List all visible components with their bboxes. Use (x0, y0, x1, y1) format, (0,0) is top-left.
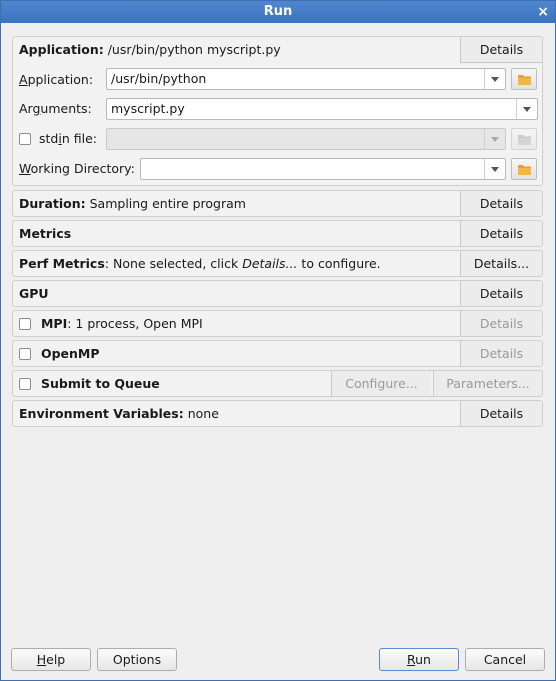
application-section: Application: /usr/bin/python myscript.py… (12, 36, 543, 186)
mpi-section: MPI: 1 process, Open MPI Details (12, 310, 543, 337)
application-header-value: /usr/bin/python myscript.py (107, 42, 281, 57)
gpu-section: GPU Details (12, 280, 543, 307)
application-combo[interactable]: /usr/bin/python (106, 68, 506, 90)
arguments-value: myscript.py (111, 101, 185, 116)
gpu-details-button[interactable]: Details (460, 281, 542, 306)
metrics-details-button[interactable]: Details (460, 221, 542, 246)
mpi-checkbox[interactable] (19, 318, 31, 330)
env-vars-section: Environment Variables: none Details (12, 400, 543, 427)
chevron-down-icon[interactable] (484, 159, 505, 179)
cancel-button[interactable]: Cancel (465, 648, 545, 671)
application-label: Application: (19, 72, 94, 87)
run-button[interactable]: Run (379, 648, 459, 671)
application-browse-button[interactable] (511, 68, 537, 90)
folder-icon (518, 135, 531, 145)
window-title: Run (263, 4, 293, 19)
mpi-details-button: Details (460, 311, 542, 336)
env-vars-details-button[interactable]: Details (460, 401, 542, 426)
perf-metrics-details-button[interactable]: Details... (460, 251, 542, 276)
folder-icon (518, 165, 531, 175)
options-button[interactable]: Options (97, 648, 177, 671)
queue-parameters-button: Parameters... (433, 371, 542, 396)
title-bar[interactable]: Run × (1, 1, 555, 23)
mpi-value: : 1 process, Open MPI (67, 316, 203, 331)
stdin-label: stdin file: (19, 128, 97, 150)
duration-value: Sampling entire program (89, 196, 246, 211)
workdir-label: Working Directory: (19, 161, 135, 176)
chevron-down-icon[interactable] (516, 99, 537, 119)
run-dialog: Run × Application: /usr/bin/python myscr… (0, 0, 556, 681)
duration-details-button[interactable]: Details (460, 191, 542, 216)
workdir-combo[interactable] (140, 158, 506, 180)
duration-section: Duration: Sampling entire program Detail… (12, 190, 543, 217)
chevron-down-icon (484, 129, 505, 149)
close-icon[interactable]: × (537, 1, 549, 23)
env-vars-value: none (187, 406, 219, 421)
metrics-section: Metrics Details (12, 220, 543, 247)
openmp-checkbox[interactable] (19, 348, 31, 360)
openmp-section: OpenMP Details (12, 340, 543, 367)
application-value: /usr/bin/python (111, 71, 207, 86)
folder-icon (518, 75, 531, 85)
arguments-label: Arguments: (19, 101, 92, 116)
arguments-combo[interactable]: myscript.py (106, 98, 538, 120)
queue-configure-button: Configure... (331, 371, 431, 396)
queue-checkbox[interactable] (19, 378, 31, 390)
queue-section: Submit to Queue Configure... Parameters.… (12, 370, 543, 397)
workdir-browse-button[interactable] (511, 158, 537, 180)
application-details-button[interactable]: Details (460, 37, 542, 63)
chevron-down-icon[interactable] (484, 69, 505, 89)
perf-metrics-section: Perf Metrics: None selected, click Detai… (12, 250, 543, 277)
stdin-combo (106, 128, 506, 150)
application-header: Application: /usr/bin/python myscript.py (19, 42, 281, 57)
stdin-browse-button (511, 128, 537, 150)
help-button[interactable]: Help (11, 648, 91, 671)
openmp-details-button: Details (460, 341, 542, 366)
stdin-checkbox[interactable] (19, 133, 31, 145)
